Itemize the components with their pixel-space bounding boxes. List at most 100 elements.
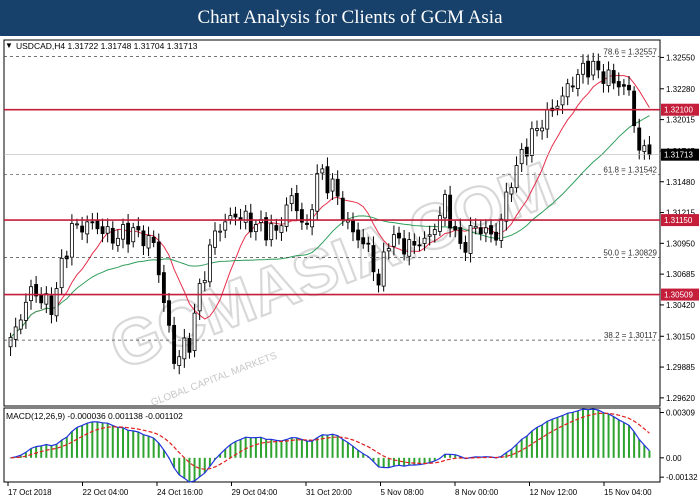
macd-histogram-bar	[541, 424, 544, 458]
candle	[202, 280, 207, 284]
macd-tick-label: 0.00	[666, 454, 682, 463]
macd-histogram-bar	[96, 421, 99, 458]
candle	[131, 227, 136, 243]
macd-histogram-bar	[413, 457, 416, 465]
price-chart: GCMASIA.COM GLOBAL CAPITAL MARKETS 78.6 …	[0, 36, 700, 500]
y-tick-label: 1.29885	[666, 363, 695, 372]
candle	[540, 127, 545, 132]
candle	[596, 60, 601, 71]
x-tick-label: 17 Oct 2018	[8, 488, 52, 497]
candle	[289, 195, 294, 204]
y-tick-label: 1.30685	[666, 270, 695, 279]
y-tick-label: 1.29620	[666, 394, 695, 403]
candle	[141, 230, 146, 247]
macd-histogram-bar	[387, 457, 390, 468]
macd-histogram-bar	[198, 457, 201, 477]
macd-histogram-bar	[229, 444, 232, 458]
x-tick-label: 22 Oct 04:00	[83, 488, 129, 497]
candle	[228, 215, 233, 220]
candle	[504, 191, 509, 222]
candle	[632, 90, 637, 127]
candle	[509, 187, 514, 195]
macd-histogram-bar	[561, 415, 564, 458]
macd-histogram-bar	[254, 437, 257, 458]
candle	[126, 222, 131, 245]
candle	[483, 227, 488, 234]
candle	[611, 70, 616, 84]
candle	[294, 192, 299, 212]
candle	[213, 230, 217, 248]
candle	[340, 197, 345, 221]
price-badge-label: 1.32100	[664, 106, 693, 115]
candle	[545, 108, 550, 130]
macd-histogram-bar	[50, 445, 53, 458]
macd-histogram-bar	[311, 441, 314, 458]
macd-histogram-bar	[244, 437, 247, 458]
candle	[29, 286, 33, 302]
candle	[397, 232, 401, 239]
macd-histogram-bar	[382, 457, 385, 468]
x-tick-label: 8 Nov 00:00	[455, 488, 499, 497]
candle	[499, 218, 504, 241]
macd-tick-label: -0.00132	[666, 473, 698, 482]
candle	[606, 69, 611, 87]
y-tick-label: 1.31480	[666, 178, 695, 187]
candle	[23, 301, 28, 321]
macd-histogram-bar	[55, 444, 58, 458]
macd-histogram-bar	[86, 423, 89, 458]
macd-histogram-bar	[403, 457, 406, 467]
candle	[80, 225, 85, 233]
candle	[151, 236, 156, 243]
y-tick-label: 1.32550	[666, 53, 695, 62]
macd-histogram-bar	[91, 421, 94, 458]
candle	[616, 81, 621, 88]
candle	[218, 230, 223, 233]
macd-histogram-bar	[193, 457, 196, 481]
candle	[121, 224, 125, 240]
y-tick-label: 1.30950	[666, 239, 695, 248]
candle	[269, 223, 274, 241]
candle	[274, 225, 279, 231]
macd-histogram-bar	[295, 437, 298, 458]
candle	[453, 226, 458, 231]
candle	[560, 95, 565, 106]
candle	[330, 178, 335, 192]
candle	[253, 224, 258, 233]
macd-histogram-bar	[392, 457, 395, 467]
macd-histogram-bar	[285, 439, 288, 458]
candle	[156, 241, 161, 276]
y-tick-label: 1.30420	[666, 301, 695, 310]
macd-histogram-bar	[152, 438, 155, 458]
candle	[248, 212, 253, 233]
candle	[223, 221, 228, 231]
candle	[115, 237, 120, 246]
x-tick-label: 24 Oct 16:00	[157, 488, 203, 497]
macd-histogram-bar	[423, 457, 426, 464]
candle	[100, 226, 105, 235]
macd-histogram-bar	[617, 419, 620, 458]
candle	[320, 168, 325, 174]
candle	[39, 294, 44, 304]
candle	[54, 288, 59, 317]
candle	[161, 272, 166, 303]
y-tick-label: 1.32280	[666, 85, 695, 94]
candle	[427, 234, 432, 237]
candle	[18, 319, 23, 330]
candle	[586, 60, 591, 78]
fib-level-label: 78.6 = 1.32557	[603, 48, 657, 57]
candle	[473, 225, 478, 229]
macd-histogram-bar	[316, 437, 319, 458]
candle	[197, 283, 202, 312]
macd-histogram-bar	[346, 442, 349, 458]
price-badge-label: 1.31713	[664, 151, 693, 160]
banner-title: Chart Analysis for Clients of GCM Asia	[0, 0, 700, 36]
macd-histogram-bar	[178, 457, 181, 475]
x-tick-label: 15 Nov 04:00	[604, 488, 652, 497]
candle	[284, 204, 289, 227]
macd-histogram-bar	[280, 440, 283, 458]
candle	[356, 229, 361, 241]
macd-histogram-bar	[556, 417, 559, 458]
macd-histogram-bar	[116, 427, 119, 458]
x-tick-label: 29 Oct 04:00	[232, 488, 278, 497]
macd-tick-label: 0.00309	[666, 409, 695, 418]
